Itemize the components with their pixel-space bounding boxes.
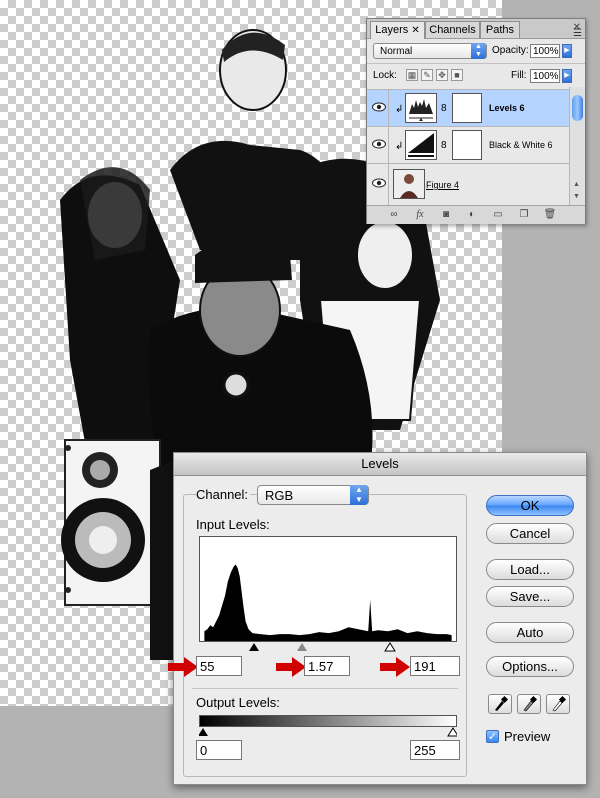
output-gradient (199, 715, 457, 727)
levels-dialog[interactable]: Levels Channel: RGB ▲ ▼ Input Levels: 55 … (168, 452, 587, 785)
layers-scrollbar[interactable]: ▲ ▼ (569, 87, 585, 205)
black-eyedropper-button[interactable] (488, 694, 512, 714)
layer-mask-thumbnail[interactable] (452, 130, 482, 160)
layer-mask-thumbnail[interactable] (452, 93, 482, 123)
lock-transparency-icon[interactable]: ▦ (406, 69, 418, 81)
output-white-field[interactable]: 255 (410, 740, 460, 760)
input-white-field[interactable]: 191 (410, 656, 460, 676)
opacity-input[interactable]: 100% (530, 44, 560, 58)
link-icon[interactable]: 8 (441, 103, 447, 114)
auto-button[interactable]: Auto (486, 622, 574, 643)
figure-thumbnail (393, 169, 425, 199)
opacity-slider-arrow-icon[interactable]: ▶ (562, 44, 572, 58)
black-white-adjustment-thumbnail (405, 130, 437, 160)
layer-name[interactable]: Levels 6 (489, 103, 525, 113)
eye-icon[interactable] (372, 102, 386, 112)
layer-row-levels-6[interactable]: ↲ 8 Levels 6 (367, 89, 569, 126)
tab-channels[interactable]: Channels (425, 21, 480, 38)
channel-value: RGB (265, 488, 294, 503)
scrollbar-thumb[interactable] (572, 95, 583, 121)
eyedropper-white-icon (552, 695, 567, 712)
input-sliders[interactable] (199, 642, 457, 652)
input-black-field[interactable]: 55 (196, 656, 242, 676)
red-arrow-icon (168, 657, 198, 677)
dialog-title[interactable]: Levels (174, 453, 586, 476)
panel-tab-bar: Layers ✕ Channels Paths ✕ ☰ (367, 19, 585, 39)
select-arrows-icon: ▲ ▼ (471, 43, 486, 59)
new-layer-icon[interactable]: ❐ (517, 209, 531, 221)
red-arrow-icon (276, 657, 306, 677)
select-arrows-icon: ▲ ▼ (350, 485, 368, 505)
layer-row-black-white-6[interactable]: ↲ 8 Black & White 6 (367, 126, 569, 163)
layers-panel-toolbar: ∞ fx ◙ ◐ ▭ ❐ 🗑 (367, 205, 585, 224)
white-eyedropper-button[interactable] (546, 694, 570, 714)
load-button[interactable]: Load... (486, 559, 574, 580)
cancel-button[interactable]: Cancel (486, 523, 574, 544)
channel-label: Channel: (196, 487, 251, 502)
gray-eyedropper-button[interactable] (517, 694, 541, 714)
scroll-up-icon[interactable]: ▲ (573, 181, 580, 188)
eyedropper-gray-icon (523, 695, 538, 712)
eye-icon[interactable] (372, 139, 386, 149)
preview-checkbox[interactable]: ✓ (486, 730, 499, 743)
fill-label: Fill: (511, 70, 527, 81)
add-mask-icon[interactable]: ◙ (439, 209, 453, 221)
close-icon[interactable]: ✕ (411, 25, 419, 36)
new-adjustment-icon[interactable]: ◐ (465, 209, 479, 221)
gamma-slider[interactable] (297, 643, 307, 651)
blend-mode-value: Normal (380, 46, 413, 57)
save-button[interactable]: Save... (486, 586, 574, 607)
channel-select[interactable]: RGB ▲ ▼ (257, 485, 369, 505)
layer-name[interactable]: Black & White 6 (489, 140, 553, 150)
layer-name[interactable]: Figure 4 (426, 180, 459, 190)
lock-all-icon[interactable]: ■ (451, 69, 463, 81)
tab-layers[interactable]: Layers ✕ (370, 21, 425, 39)
scroll-down-icon[interactable]: ▼ (573, 193, 580, 200)
layers-panel[interactable]: Layers ✕ Channels Paths ✕ ☰ Normal ▲ ▼ Opa… (366, 18, 586, 224)
levels-adjustment-thumbnail (405, 93, 437, 123)
layer-row-figure-4[interactable]: Figure 4 (367, 163, 569, 205)
output-sliders[interactable] (199, 727, 457, 737)
divider (192, 688, 458, 689)
lock-position-icon[interactable]: ✥ (436, 69, 448, 81)
divider (367, 63, 585, 64)
output-levels-label: Output Levels: (196, 695, 280, 710)
eye-icon[interactable] (372, 178, 386, 188)
clipping-arrow-icon: ↲ (395, 104, 404, 115)
histogram (199, 536, 457, 642)
output-black-field[interactable]: 0 (196, 740, 242, 760)
link-icon[interactable]: 8 (441, 140, 447, 151)
link-layers-icon[interactable]: ∞ (387, 209, 401, 221)
white-point-slider[interactable] (384, 642, 396, 652)
black-point-slider[interactable] (249, 643, 259, 651)
input-levels-label: Input Levels: (196, 517, 270, 532)
delete-layer-icon[interactable]: 🗑 (543, 209, 557, 221)
preview-label[interactable]: Preview (504, 729, 550, 744)
eyedropper-black-icon (495, 695, 509, 711)
fill-slider-arrow-icon[interactable]: ▶ (562, 69, 572, 83)
opacity-label: Opacity: (492, 45, 529, 56)
input-gamma-field[interactable]: 1.57 (304, 656, 350, 676)
red-arrow-icon (380, 657, 410, 677)
lock-pixels-icon[interactable]: ✎ (421, 69, 433, 81)
clipping-arrow-icon: ↲ (395, 141, 404, 152)
blend-mode-select[interactable]: Normal ▲ ▼ (373, 43, 487, 59)
new-group-icon[interactable]: ▭ (491, 209, 505, 221)
lock-label: Lock: (373, 70, 397, 81)
ok-button[interactable]: OK (486, 495, 574, 516)
output-white-slider[interactable] (447, 727, 457, 737)
tab-paths[interactable]: Paths (480, 21, 520, 38)
options-button[interactable]: Options... (486, 656, 574, 677)
layer-style-icon[interactable]: fx (413, 209, 427, 221)
panel-menu-icon[interactable]: ☰ (573, 28, 582, 39)
tab-layers-label: Layers (375, 24, 409, 36)
output-black-slider[interactable] (199, 728, 208, 736)
fill-input[interactable]: 100% (530, 69, 560, 83)
